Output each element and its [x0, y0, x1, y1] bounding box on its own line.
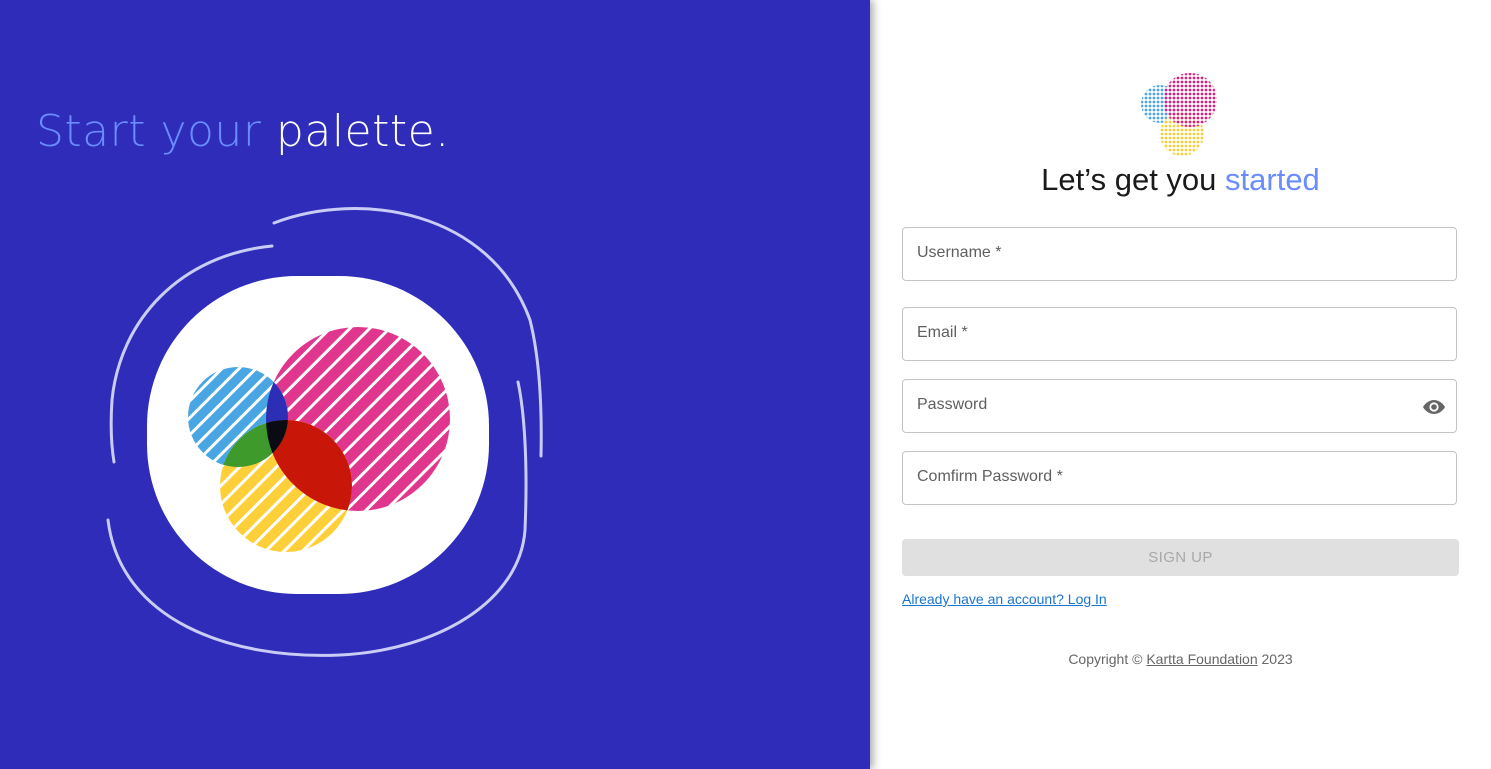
palette-logo-icon — [1141, 73, 1217, 156]
hero-title: Start your palette. — [36, 104, 450, 160]
password-field[interactable]: Password — [902, 379, 1457, 433]
signup-heading: Let’s get you started — [870, 160, 1491, 200]
foundation-link[interactable]: Kartta Foundation — [1146, 651, 1257, 667]
signup-button[interactable]: SIGN UP — [902, 539, 1459, 576]
palette-illustration — [106, 207, 543, 657]
username-field[interactable]: Username * — [902, 227, 1457, 281]
heading-accent: started — [1225, 162, 1320, 197]
signup-page: Start your palette. Let’s get you starte… — [0, 0, 1491, 769]
email-label: Email * — [917, 324, 968, 341]
login-link[interactable]: Already have an account? Log In — [902, 591, 1107, 607]
signup-panel: Let’s get you started Username * Email *… — [870, 0, 1491, 769]
eye-icon[interactable] — [1422, 397, 1446, 417]
copyright-prefix: Copyright © — [1068, 651, 1143, 667]
username-label: Username * — [917, 244, 1002, 261]
hero-title-accent: Start your — [36, 106, 262, 157]
confirm-password-field[interactable]: Comfirm Password * — [902, 451, 1457, 505]
copyright-year: 2023 — [1261, 651, 1293, 667]
password-label: Password — [917, 396, 988, 413]
confirm-password-label: Comfirm Password * — [917, 468, 1063, 485]
hero-title-plain: palette. — [275, 106, 450, 157]
heading-plain: Let’s get you — [1041, 162, 1217, 197]
copyright-footer: Copyright © Kartta Foundation 2023 — [870, 651, 1491, 667]
email-field[interactable]: Email * — [902, 307, 1457, 361]
hero-panel: Start your palette. — [0, 0, 870, 769]
